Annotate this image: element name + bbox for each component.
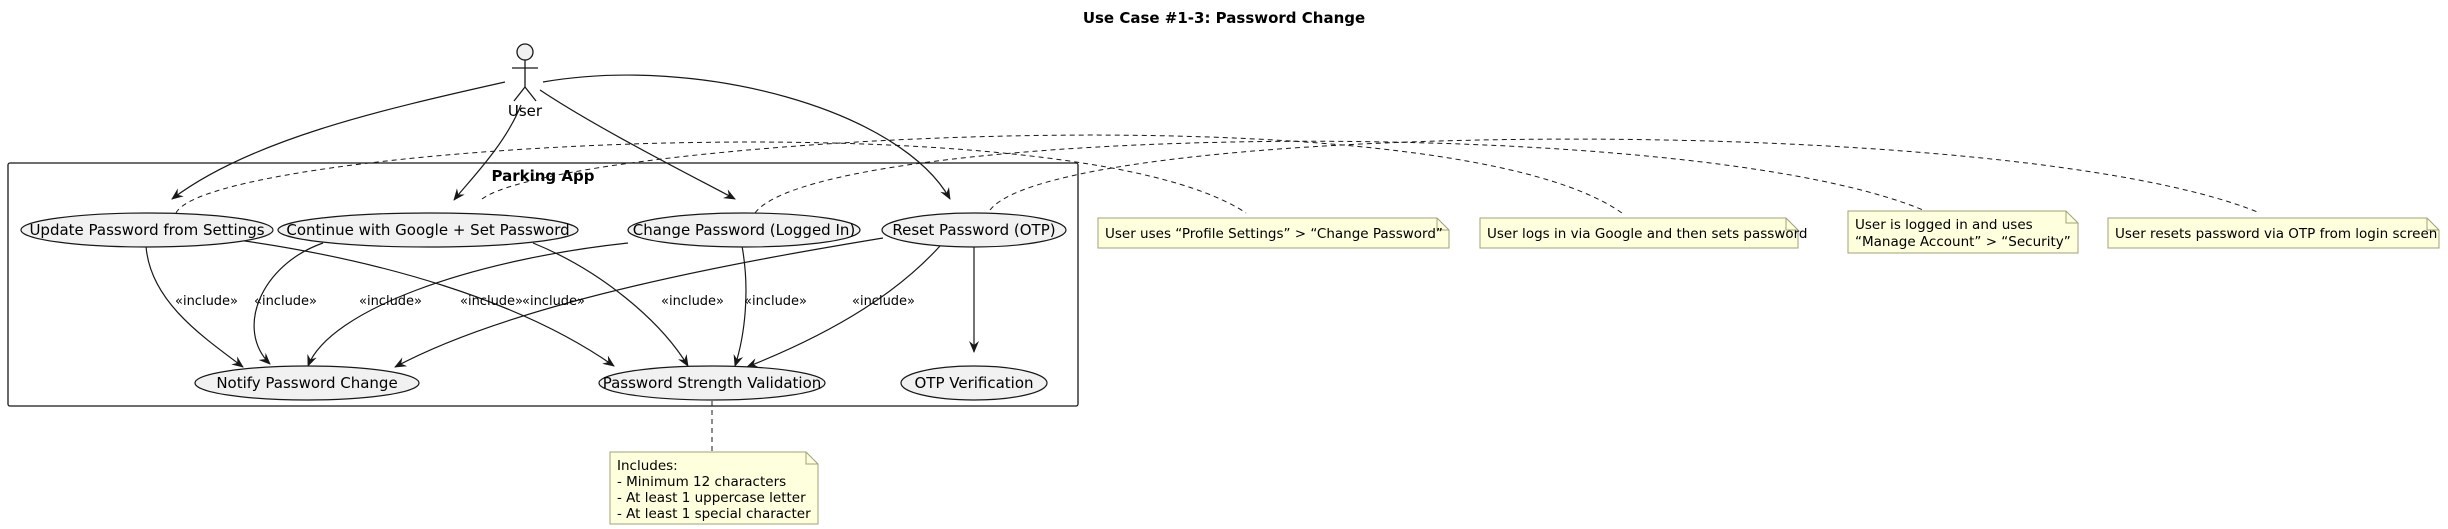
usecase-update-settings: Update Password from Settings (29, 221, 264, 239)
note-otp: User resets password via OTP from login … (2107, 217, 2440, 249)
note-validation: Includes: - Minimum 12 characters - At l… (609, 451, 819, 525)
note-google-line-1: User logs in via Google and then sets pa… (1487, 226, 1808, 242)
usecase-notify-change: Notify Password Change (216, 374, 397, 392)
label-changed-notify: «include» (359, 294, 422, 309)
connector-google-note (481, 134, 1623, 214)
actor-user (512, 43, 538, 102)
usecase-google-set: Continue with Google + Set Password (286, 221, 569, 239)
diagram-title: Use Case #1-3: Password Change (1083, 9, 1365, 27)
label-otp-strength: «include» (852, 294, 915, 309)
usecase-otp-verification: OTP Verification (914, 374, 1033, 392)
note-otp-line-1: User resets password via OTP from login … (2115, 226, 2437, 242)
note-logged-in-line-2: “Manage Account” > “Security” (1855, 234, 2071, 250)
connector-logged-in-note (754, 140, 1931, 214)
label-update-strength: «include» (522, 294, 585, 309)
usecase-reset-otp: Reset Password (OTP) (892, 221, 1055, 239)
connector-otp-note (989, 138, 2261, 214)
usecase-change-logged-in: Change Password (Logged In) (633, 221, 856, 239)
actor-label: User (508, 102, 543, 120)
connector-validation-note (689, 392, 713, 453)
note-validation-line-4: - At least 1 special character (617, 506, 811, 522)
label-google-strength: «include» (661, 294, 724, 309)
note-google: User logs in via Google and then sets pa… (1479, 217, 1808, 249)
use-case-diagram: Use Case #1-3: Password Change Parking A… (7, 9, 2440, 525)
note-validation-line-2: - Minimum 12 characters (617, 474, 786, 490)
include-labels: «include» «include» «include» «include» … (175, 294, 915, 309)
label-google-notify: «include» (254, 294, 317, 309)
assoc-update-settings (171, 81, 506, 200)
connector-settings-note (175, 141, 1247, 214)
actor-head (516, 43, 534, 61)
note-logged-in-line-1: User is logged in and uses (1855, 217, 2033, 233)
note-settings: User uses “Profile Settings” > “Change P… (1097, 217, 1450, 249)
assoc-reset-otp (542, 74, 951, 200)
label-update-notify: «include» (175, 294, 238, 309)
label-changed-strength: «include» (744, 294, 807, 309)
note-validation-line-3: - At least 1 uppercase letter (617, 490, 806, 506)
note-logged-in: User is logged in and uses “Manage Accou… (1847, 210, 2079, 254)
usecase-strength-validation: Password Strength Validation (603, 374, 822, 392)
note-validation-line-1: Includes: (617, 458, 678, 474)
note-settings-line-1: User uses “Profile Settings” > “Change P… (1105, 226, 1443, 242)
label-otp-notify: «include» (460, 294, 523, 309)
system-boundary: Parking App (7, 162, 1079, 407)
system-name: Parking App (492, 167, 595, 185)
